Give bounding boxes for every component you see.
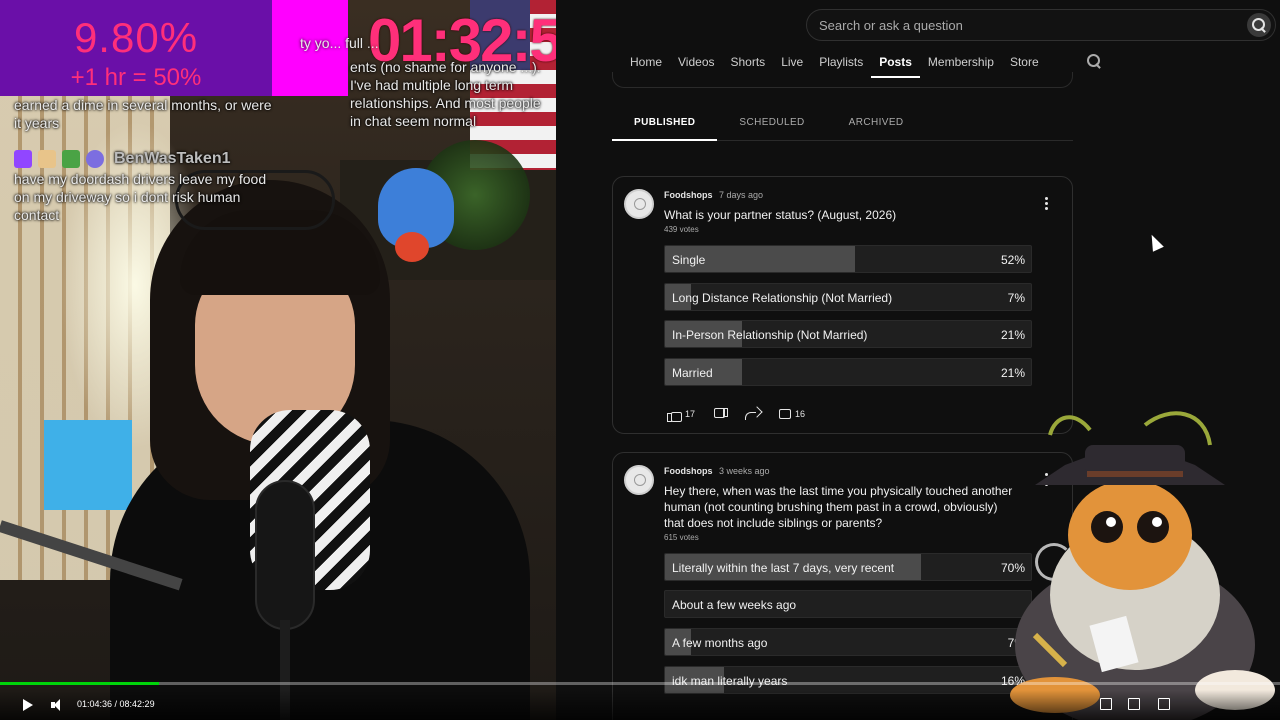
poll-option[interactable]: In-Person Relationship (Not Married) 21% — [664, 320, 1032, 348]
tab-archived[interactable]: ARCHIVED — [827, 108, 926, 141]
poll-option-percent: 52% — [1000, 253, 1025, 267]
comment-icon — [779, 409, 792, 419]
comment-count: 16 — [795, 409, 806, 419]
poll-option-label: Long Distance Relationship (Not Married) — [672, 291, 893, 305]
moth-detective-mascot — [1010, 411, 1275, 720]
post-age[interactable]: 7 days ago — [719, 190, 763, 200]
poll-option-label: A few months ago — [672, 636, 768, 650]
poll-option-label: In-Person Relationship (Not Married) — [672, 328, 868, 342]
chat-user-line: BenWasTaken1 — [14, 150, 274, 168]
more-options-icon[interactable] — [1045, 197, 1049, 211]
poll-post: Foodshops 7 days ago What is your partne… — [612, 176, 1073, 434]
seek-bar-played — [0, 682, 159, 685]
poll-option-label: Single — [672, 253, 706, 267]
miniplayer-icon[interactable] — [1128, 698, 1140, 710]
poll-option-label: About a few weeks ago — [672, 598, 797, 612]
volume-icon[interactable] — [51, 698, 65, 712]
theater-mode-icon[interactable] — [1158, 698, 1170, 710]
thumbs-down-icon — [713, 407, 729, 421]
poll-option[interactable]: Married 21% — [664, 358, 1032, 386]
goal-percent: 9.80% — [73, 14, 199, 61]
leaf-badge-icon — [62, 150, 80, 168]
post-age[interactable]: 3 weeks ago — [719, 466, 770, 476]
post-author[interactable]: Foodshops — [664, 466, 713, 476]
post-meta: Foodshops 3 weeks ago — [664, 466, 770, 476]
poll-question: What is your partner status? (August, 20… — [664, 208, 897, 222]
poll-option[interactable]: Long Distance Relationship (Not Married)… — [664, 283, 1032, 311]
vote-count: 615 votes — [664, 533, 699, 542]
tab-published[interactable]: PUBLISHED — [612, 108, 718, 141]
share-button[interactable] — [739, 406, 767, 422]
flower-badge-icon — [86, 150, 104, 168]
chat-message-fragment: ty yo... full ... — [300, 35, 379, 51]
share-icon — [745, 408, 761, 420]
poll-option-percent: 21% — [1000, 328, 1025, 342]
chat-text: have my doordash drivers leave my food o… — [14, 171, 267, 223]
dislike-button[interactable] — [707, 405, 733, 423]
play-icon[interactable] — [23, 699, 33, 711]
mouse-cursor-icon — [1146, 232, 1164, 252]
channel-avatar[interactable] — [624, 189, 654, 219]
search-bar[interactable] — [806, 9, 1276, 41]
subtitles-icon[interactable] — [1100, 698, 1112, 710]
search-input[interactable] — [819, 10, 1219, 40]
time-readout: 01:04:36 / 08:42:29 — [77, 699, 155, 709]
chat-message-block: BenWasTaken1 have my doordash drivers le… — [14, 150, 274, 224]
twitch-badge-icon — [14, 150, 32, 168]
chat-username: BenWasTaken1 — [114, 150, 231, 167]
channel-avatar[interactable] — [624, 465, 654, 495]
cake-badge-icon — [38, 150, 56, 168]
post-filter-tabs: PUBLISHED SCHEDULED ARCHIVED — [612, 108, 1073, 141]
post-author[interactable]: Foodshops — [664, 190, 713, 200]
poll-option[interactable]: Single 52% — [664, 245, 1032, 273]
channel-search-button[interactable] — [1087, 54, 1105, 72]
seek-bar[interactable] — [0, 682, 1280, 685]
poll-question: Hey there, when was the last time you ph… — [664, 484, 1013, 530]
poll-option-label: Married — [672, 366, 713, 380]
poll-option-percent: 7% — [1007, 291, 1025, 305]
like-button[interactable]: 17 — [661, 405, 701, 423]
post-meta: Foodshops 7 days ago — [664, 190, 763, 200]
thumbs-up-icon — [667, 407, 682, 422]
goal-rule: +1 hr = 50% — [70, 64, 202, 91]
search-button[interactable] — [1247, 13, 1271, 37]
poll-option[interactable]: A few months ago 7% — [664, 628, 1032, 656]
tissue-box — [44, 420, 132, 510]
comments-button[interactable]: 16 — [773, 407, 811, 421]
poll-option-percent: 21% — [1000, 366, 1025, 380]
poll-option[interactable]: About a few weeks ago — [664, 590, 1032, 618]
stream-vod-frame: 9.80% +1 hr = 50% 01:32:51 earned a dime… — [0, 0, 1280, 720]
microphone — [255, 480, 315, 630]
sub-goal-box: 9.80% +1 hr = 50% — [0, 0, 272, 96]
vote-count: 439 votes — [664, 225, 699, 234]
post-actions: 17 16 — [661, 405, 811, 423]
previous-card-edge — [612, 72, 1073, 88]
chat-message: ents (no shame for anyone ...). I've had… — [350, 59, 541, 129]
poll-option-label: idk man literally years — [672, 674, 788, 688]
player-controls: 01:04:36 / 08:42:29 — [0, 690, 1280, 720]
tab-scheduled[interactable]: SCHEDULED — [717, 108, 826, 141]
like-count: 17 — [685, 409, 696, 419]
chat-message: earned a dime in several months, or were… — [14, 97, 272, 131]
plush-heart — [395, 232, 429, 262]
poll-option-label: Literally within the last 7 days, very r… — [672, 561, 895, 575]
poll-option[interactable]: Literally within the last 7 days, very r… — [664, 553, 1032, 581]
search-icon — [1252, 18, 1266, 32]
